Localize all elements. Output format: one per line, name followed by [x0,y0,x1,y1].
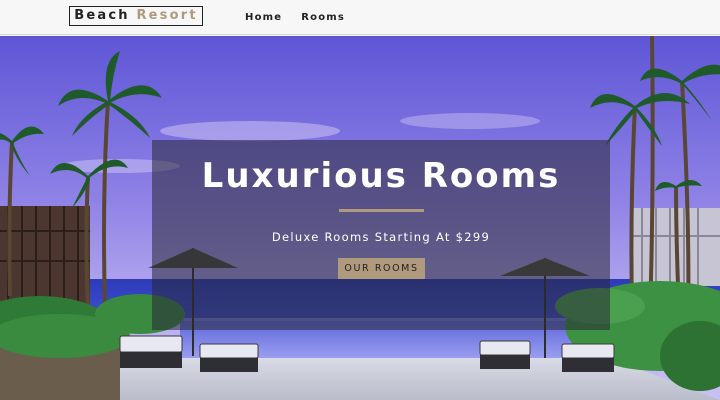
brand-logo[interactable]: Beach Resort [69,6,203,26]
hero-section: Luxurious Rooms Deluxe Rooms Starting At… [0,36,720,400]
nav-link-rooms[interactable]: Rooms [301,12,345,23]
banner-divider [339,209,424,212]
banner-subtitle: Deluxe Rooms Starting At $299 [271,230,491,244]
nav-link-home[interactable]: Home [245,12,282,23]
navbar: Beach Resort Home Rooms [0,0,720,35]
banner-title: Luxurious Rooms [201,156,561,196]
hero-banner: Luxurious Rooms Deluxe Rooms Starting At… [152,140,610,330]
logo-text-primary: Beach [74,8,130,23]
our-rooms-button[interactable]: OUR ROOMS [338,258,425,279]
logo-text-accent: Resort [136,8,198,23]
nav-links: Home Rooms [245,0,345,35]
